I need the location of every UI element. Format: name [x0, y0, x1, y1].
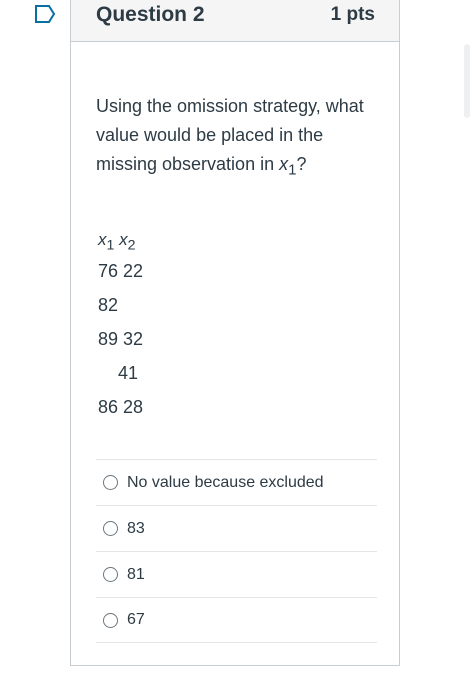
radio-button[interactable]	[103, 521, 118, 536]
column-header-x1-sub: 1	[106, 237, 115, 254]
question-title: Question 2	[96, 3, 205, 26]
answer-option-label: No value because excluded	[127, 473, 324, 491]
question-text: Using the omission strategy, what value …	[96, 92, 376, 185]
radio-button[interactable]	[103, 612, 118, 628]
question-card: Question 2 1 pts Using the omission stra…	[70, 0, 400, 666]
scrollbar[interactable]	[464, 44, 470, 118]
column-header-x1-var: x	[98, 230, 107, 249]
question-text-main: Using the omission strategy, what value …	[96, 96, 364, 174]
column-header-x2-var: x	[119, 230, 128, 249]
data-row: 41	[98, 363, 139, 383]
answer-option-label: 83	[127, 519, 145, 537]
question-points: 1 pts	[330, 4, 375, 25]
question-header: Question 2 1 pts	[71, 0, 399, 42]
radio-button[interactable]	[103, 567, 118, 582]
radio-button[interactable]	[103, 475, 118, 490]
data-row: 76 22	[98, 261, 144, 281]
data-row: 82	[98, 295, 119, 315]
data-row: 89 32	[98, 329, 144, 349]
answer-option[interactable]: 83	[96, 505, 377, 551]
answer-option[interactable]: 81	[96, 551, 377, 597]
answer-options: No value because excluded 83 81 67	[96, 459, 377, 643]
question-variable: x	[279, 154, 289, 174]
data-table-header: x1 x2	[98, 230, 135, 253]
question-text-end: ?	[296, 154, 307, 174]
flag-question-icon[interactable]	[34, 4, 56, 24]
answer-option-label: 81	[127, 565, 145, 583]
column-header-x2-sub: 2	[127, 237, 136, 254]
data-row: 86 28	[98, 397, 144, 417]
answer-option-label: 67	[127, 611, 145, 628]
answer-option[interactable]: No value because excluded	[96, 459, 377, 505]
answer-option[interactable]: 67	[96, 597, 377, 643]
